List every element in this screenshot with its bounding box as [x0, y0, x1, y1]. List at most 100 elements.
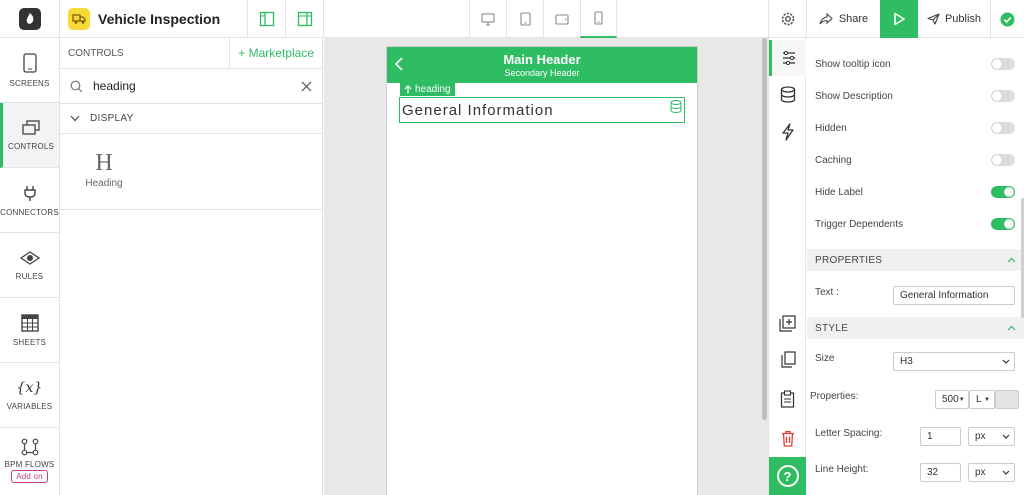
tab-events[interactable]	[769, 114, 806, 150]
properties-section-header[interactable]: PROPERTIES	[807, 249, 1024, 271]
flow-icon	[21, 438, 38, 456]
layout-right-button[interactable]	[286, 0, 324, 38]
font-weight-select[interactable]: 500 ▼	[935, 390, 969, 409]
variable-icon: {x}	[16, 379, 43, 396]
controls-panel-header: CONTROLS + Marketplace	[60, 37, 322, 69]
secondary-header: Secondary Header	[504, 68, 580, 78]
rail-item-variables[interactable]: {x} VARIABLES	[0, 363, 59, 428]
status-check-button[interactable]	[990, 0, 1024, 38]
size-label: Size	[815, 353, 835, 364]
controls-icon	[22, 119, 40, 135]
desktop-view-button[interactable]	[469, 0, 506, 38]
rail-label-sheets: SHEETS	[12, 337, 47, 347]
tablet-icon	[519, 12, 531, 26]
app-title: Vehicle Inspection	[98, 11, 221, 27]
line-height-unit-select[interactable]: px	[968, 463, 1015, 482]
style-section-title: STYLE	[815, 322, 849, 334]
rail-label-controls: CONTROLS	[7, 141, 55, 151]
database-icon	[780, 85, 795, 103]
size-select-value: H3	[900, 356, 913, 367]
letter-spacing-input[interactable]: 1	[920, 427, 961, 446]
rail-item-screens[interactable]: SCREENS	[0, 38, 59, 103]
rail-item-bpm-flows[interactable]: BPM FLOWS Add on	[0, 428, 59, 493]
line-height-input[interactable]: 32	[920, 463, 961, 482]
grid-icon	[20, 313, 39, 332]
selected-control-tag[interactable]: heading	[400, 83, 455, 96]
search-input[interactable]: heading	[93, 79, 291, 93]
size-select[interactable]: H3	[893, 352, 1015, 371]
paste-button[interactable]	[769, 381, 806, 417]
letter-spacing-unit-select[interactable]: px	[968, 427, 1015, 446]
plug-icon	[23, 185, 36, 201]
marketplace-link[interactable]: + Marketplace	[229, 37, 322, 69]
search-icon	[70, 80, 83, 92]
delete-button[interactable]	[769, 420, 806, 456]
rail-item-controls[interactable]: CONTROLS	[0, 103, 59, 168]
add-control-button[interactable]	[769, 305, 806, 341]
display-section-toggle[interactable]: DISPLAY	[60, 104, 322, 134]
left-nav-rail: SCREENS CONTROLS CONNECTORS RULES SHEETS…	[0, 38, 60, 495]
check-circle-icon	[1000, 12, 1015, 26]
tablet-landscape-view-button[interactable]	[543, 0, 580, 38]
caret-down-icon: ▼	[984, 396, 990, 403]
heading-control[interactable]: General Information	[399, 97, 685, 123]
toggle-row-show-description[interactable]: Show Description	[815, 86, 1015, 106]
mobile-view-button[interactable]	[580, 0, 617, 38]
layout-left-icon	[259, 11, 274, 27]
share-button[interactable]: Share	[806, 0, 880, 38]
database-icon[interactable]	[670, 100, 682, 113]
property-tabs-bar: ?	[768, 38, 806, 495]
help-icon: ?	[776, 465, 799, 487]
tab-properties[interactable]	[769, 40, 806, 76]
show-tooltip-toggle[interactable]	[991, 58, 1015, 70]
text-align-select[interactable]: L ▼	[969, 390, 995, 409]
heading-text: General Information	[402, 101, 554, 119]
duplicate-button[interactable]	[769, 341, 806, 377]
add-on-badge[interactable]: Add on	[11, 470, 48, 483]
text-property-input[interactable]: General Information	[893, 286, 1015, 305]
toggle-row-hide-label[interactable]: Hide Label	[815, 182, 1015, 202]
design-canvas: Main Header Secondary Header heading Gen…	[324, 38, 768, 495]
heading-control-tile[interactable]: H Heading	[82, 150, 126, 189]
caching-toggle[interactable]	[991, 154, 1015, 166]
layout-toggle-button[interactable]	[248, 0, 286, 38]
toggle-row-show-tooltip[interactable]: Show tooltip icon	[815, 54, 1015, 74]
controls-search[interactable]: heading	[60, 69, 322, 104]
toggle-row-hidden[interactable]: Hidden	[815, 118, 1015, 138]
app-title-area[interactable]: Vehicle Inspection	[60, 0, 248, 38]
tab-data-source[interactable]	[769, 76, 806, 112]
help-button[interactable]: ?	[769, 457, 806, 495]
layout-right-icon	[297, 11, 312, 27]
clear-search-icon[interactable]	[301, 81, 312, 92]
style-section-header[interactable]: STYLE	[807, 317, 1024, 339]
settings-button[interactable]	[768, 0, 806, 38]
send-icon	[927, 13, 940, 25]
rail-item-connectors[interactable]: CONNECTORS	[0, 168, 59, 233]
back-arrow-icon[interactable]	[395, 57, 403, 71]
rail-item-sheets[interactable]: SHEETS	[0, 298, 59, 363]
trigger-dependents-toggle[interactable]	[991, 218, 1015, 230]
toggle-row-caching[interactable]: Caching	[815, 150, 1015, 170]
canvas-scrollbar[interactable]	[762, 38, 767, 420]
hidden-toggle[interactable]	[991, 122, 1015, 134]
toggle-row-trigger-dependents[interactable]: Trigger Dependents	[815, 214, 1015, 234]
selected-control-tag-label: heading	[415, 84, 451, 95]
publish-button[interactable]: Publish	[918, 0, 990, 38]
chevron-down-icon	[1002, 434, 1010, 439]
hide-label-toggle[interactable]	[991, 186, 1015, 198]
preview-button[interactable]	[880, 0, 918, 38]
text-align-value: L	[976, 394, 982, 405]
rail-item-rules[interactable]: RULES	[0, 233, 59, 298]
toggle-label: Hide Label	[815, 186, 863, 198]
tablet-view-button[interactable]	[506, 0, 543, 38]
gear-icon	[781, 12, 794, 26]
chevron-up-icon	[1007, 257, 1016, 263]
logo-cell[interactable]	[0, 0, 60, 38]
copy-icon	[780, 350, 796, 368]
show-description-toggle[interactable]	[991, 90, 1015, 102]
arrow-up-icon	[404, 85, 412, 94]
color-swatch[interactable]	[995, 390, 1019, 409]
add-box-icon	[779, 314, 796, 332]
rail-label-variables: VARIABLES	[6, 401, 53, 411]
eye-icon	[19, 250, 40, 265]
